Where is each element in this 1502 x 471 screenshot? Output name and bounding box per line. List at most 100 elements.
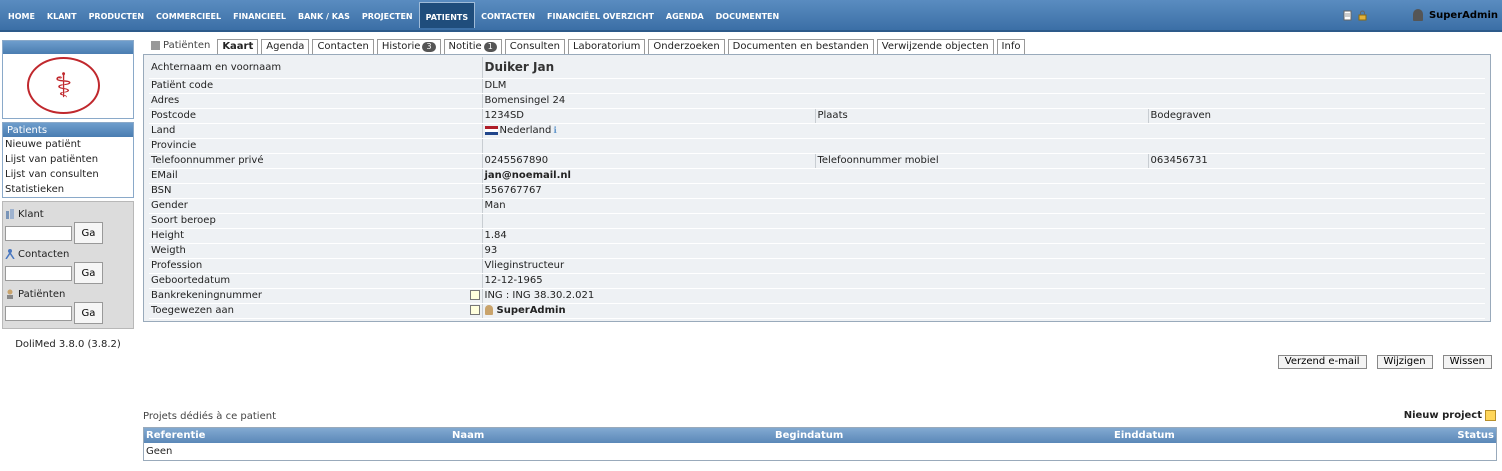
beroep-label: Soort beroep — [149, 213, 483, 229]
notitie-count-badge: 1 — [483, 42, 497, 52]
send-email-button[interactable]: Verzend e-mail — [1277, 355, 1367, 369]
nav-projecten[interactable]: PROJECTEN — [356, 6, 419, 28]
row-land: Land Nederland ℹ — [149, 123, 1485, 139]
search-patienten-label-row: Patiënten — [5, 286, 131, 302]
search-contacten-button[interactable]: Ga — [74, 262, 103, 284]
bank-label: Bankrekeningnummer — [151, 290, 262, 301]
col-begindatum[interactable]: Begindatum — [775, 430, 843, 441]
tab-info[interactable]: Info — [996, 39, 1026, 54]
menu-item-new-patient[interactable]: Nieuwe patiënt — [3, 137, 133, 152]
tab-onderzoeken-label: Onderzoeken — [653, 41, 720, 52]
tab-laboratorium[interactable]: Laboratorium — [567, 39, 646, 54]
netherlands-flag-icon — [484, 125, 498, 135]
top-menu-bar: HOME KLANT PRODUCTEN COMMERCIEEL FINANCI… — [0, 0, 1502, 32]
tab-kaart[interactable]: Kaart — [217, 39, 259, 54]
menu-item-patient-list[interactable]: Lijst van patiënten — [3, 152, 133, 167]
search-contacten-input[interactable] — [5, 265, 72, 281]
patient-card: Achternaam en voornaam Duiker Jan Patiën… — [143, 54, 1491, 322]
height-value: 1.84 — [482, 228, 1485, 244]
nav-documenten[interactable]: DOCUMENTEN — [710, 6, 786, 28]
search-patienten-input[interactable] — [5, 305, 72, 321]
search-patienten-row: Ga — [5, 302, 131, 324]
search-contacten-row: Ga — [5, 262, 131, 284]
search-patienten-button[interactable]: Ga — [74, 302, 103, 324]
row-gender: Gender Man — [149, 198, 1485, 214]
search-klant-button[interactable]: Ga — [74, 222, 103, 244]
action-buttons: Verzend e-mail Wijzigen Wissen — [1277, 355, 1492, 369]
postcode-label: Postcode — [149, 108, 483, 124]
row-provincie: Provincie — [149, 138, 1485, 154]
dob-label: Geboortedatum — [149, 273, 483, 289]
tab-verwijzende-objecten[interactable]: Verwijzende objecten — [876, 39, 994, 54]
projects-table: Referentie Naam Begindatum Einddatum Sta… — [143, 427, 1497, 461]
row-telefoon: Telefoonnummer privé 0245567890 Telefoon… — [149, 153, 1485, 169]
nav-agenda[interactable]: AGENDA — [660, 6, 710, 28]
top-nav: HOME KLANT PRODUCTEN COMMERCIEEL FINANCI… — [2, 2, 786, 28]
tab-bar: Patiënten Kaart Agenda Contacten Histori… — [143, 38, 1491, 54]
row-height: Height 1.84 — [149, 228, 1485, 244]
projects-title: Projets dédiés à ce patient — [143, 411, 276, 422]
tab-documenten[interactable]: Documenten en bestanden — [727, 39, 874, 54]
postcode-value: 1234SD — [482, 108, 816, 124]
new-project-label: Nieuw project — [1403, 410, 1482, 421]
tab-laboratorium-label: Laboratorium — [572, 41, 641, 52]
nav-patients[interactable]: PATIENTS — [418, 2, 476, 28]
tab-onderzoeken[interactable]: Onderzoeken — [648, 39, 725, 54]
assigned-user-link[interactable]: SuperAdmin — [497, 305, 566, 316]
tab-info-label: Info — [1001, 41, 1021, 52]
gender-value: Man — [482, 198, 1485, 214]
mob-value: 063456731 — [1148, 153, 1485, 169]
left-column: ⚕ Patients Nieuwe patiënt Lijst van pati… — [2, 40, 134, 350]
nav-bank-kas[interactable]: BANK / KAS — [292, 6, 356, 28]
code-value: DLM — [482, 78, 1485, 94]
col-status[interactable]: Status — [1457, 430, 1494, 441]
height-label: Height — [149, 228, 483, 244]
search-klant-input[interactable] — [5, 225, 72, 241]
projects-empty-row: Geen — [144, 443, 1496, 460]
row-postcode: Postcode 1234SD Plaats Bodegraven — [149, 108, 1485, 124]
nav-financieel-overzicht[interactable]: FINANCIËEL OVERZICHT — [541, 6, 660, 28]
projects-table-header: Referentie Naam Begindatum Einddatum Sta… — [144, 428, 1496, 443]
nav-home[interactable]: HOME — [2, 6, 41, 28]
user-icon — [1412, 9, 1423, 21]
search-klant-row: Ga — [5, 222, 131, 244]
tab-historie-label: Historie — [381, 41, 421, 52]
nav-financieel[interactable]: FINANCIEEL — [227, 6, 292, 28]
tab-notitie[interactable]: Notitie 1 — [443, 39, 502, 54]
info-icon[interactable]: ℹ — [553, 126, 556, 136]
col-einddatum[interactable]: Einddatum — [1114, 430, 1175, 441]
lock-icon[interactable] — [1358, 10, 1367, 21]
user-name[interactable]: SuperAdmin — [1429, 10, 1498, 21]
new-project-link[interactable]: Nieuw project — [1404, 410, 1496, 421]
provincie-label: Provincie — [149, 138, 483, 154]
col-naam[interactable]: Naam — [452, 430, 484, 441]
col-referentie[interactable]: Referentie — [146, 430, 205, 441]
print-icon[interactable] — [1343, 10, 1352, 21]
edit-assigned-icon[interactable] — [469, 305, 480, 315]
plaats-label: Plaats — [815, 108, 1149, 124]
tab-consulten[interactable]: Consulten — [504, 39, 565, 54]
tab-agenda[interactable]: Agenda — [261, 39, 310, 54]
delete-button[interactable]: Wissen — [1442, 355, 1492, 369]
patient-tab-icon — [151, 40, 160, 50]
nav-klant[interactable]: KLANT — [41, 6, 83, 28]
quick-search-box: Klant Ga Contacten Ga Patiënten Ga — [2, 201, 134, 329]
email-link[interactable]: jan@noemail.nl — [485, 170, 571, 181]
tab-contacten[interactable]: Contacten — [312, 39, 374, 54]
patients-menu-title[interactable]: Patients — [3, 123, 133, 137]
row-code: Patiënt code DLM — [149, 78, 1485, 94]
contact-icon — [5, 249, 15, 259]
edit-bank-icon[interactable] — [469, 290, 480, 300]
menu-item-statistics[interactable]: Statistieken — [3, 182, 133, 197]
tab-patienten[interactable]: Patiënten — [143, 39, 215, 54]
tab-historie[interactable]: Historie 3 — [376, 39, 441, 54]
nav-contacten[interactable]: CONTACTEN — [475, 6, 541, 28]
bsn-value: 556767767 — [482, 183, 1485, 199]
edit-button[interactable]: Wijzigen — [1376, 355, 1433, 369]
tab-patienten-label: Patiënten — [163, 40, 211, 51]
nav-commercieel[interactable]: COMMERCIEEL — [150, 6, 227, 28]
nav-producten[interactable]: PRODUCTEN — [83, 6, 150, 28]
row-assigned: Toegewezen aan SuperAdmin — [149, 303, 1485, 319]
menu-item-consult-list[interactable]: Lijst van consulten — [3, 167, 133, 182]
beroep-value — [482, 213, 1485, 229]
